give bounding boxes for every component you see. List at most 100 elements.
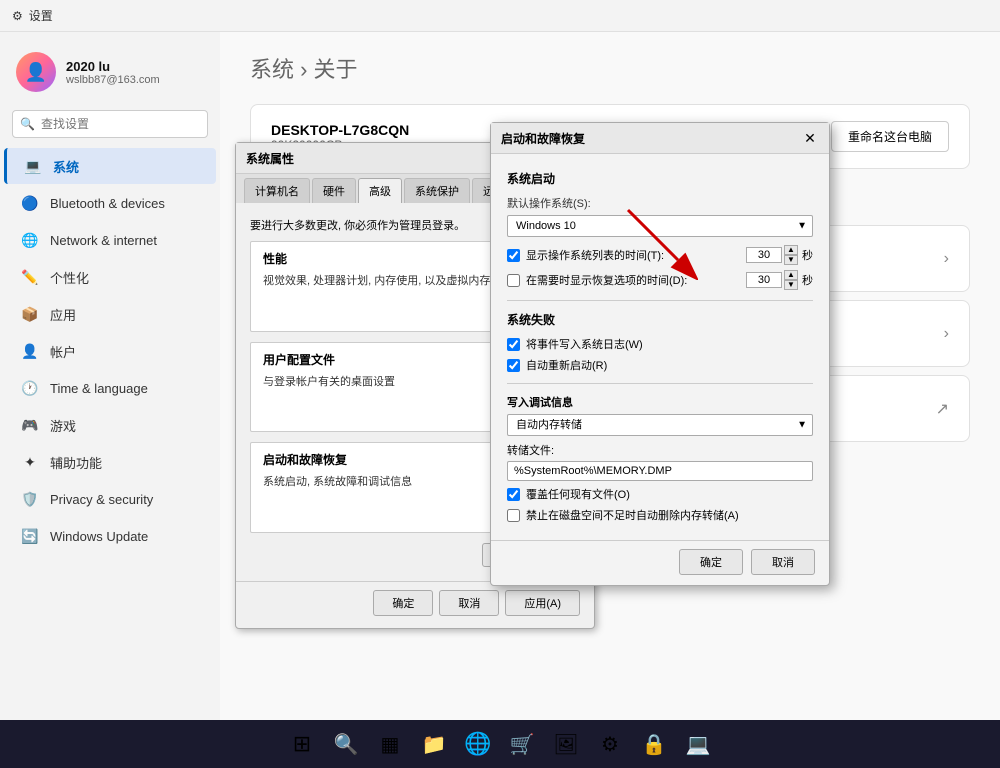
system-icon: 💻 [23,156,43,176]
user-email: wslbb87@163.com [66,74,160,86]
settings-taskbar-button[interactable]: ⚙ [590,724,630,764]
decrement-button[interactable]: ▼ [784,255,798,265]
sidebar-item-network[interactable]: 🌐 Network & internet [4,222,216,258]
startup-cancel-button[interactable]: 取消 [751,549,815,575]
apps-icon: 📦 [20,304,40,324]
default-os-label: 默认操作系统(S): [507,195,813,211]
tab-hardware[interactable]: 硬件 [312,178,356,203]
seconds-unit2: 秒 [802,272,813,288]
time-icon: 🕐 [20,378,40,398]
sidebar-item-time[interactable]: 🕐 Time & language [4,370,216,406]
startup-ok-button[interactable]: 确定 [679,549,743,575]
sidebar-item-label: 游戏 [50,416,76,435]
sys-props-footer: 确定 取消 应用(A) [236,581,594,628]
sys-props-ok-button[interactable]: 确定 [373,590,433,616]
title-bar: ⚙ 设置 [0,0,1000,32]
decrement-button[interactable]: ▼ [784,280,798,290]
debug-info-title: 写入调试信息 [507,394,813,410]
show-recovery-seconds-spinner: ▲ ▼ [784,270,798,290]
system-failure-title: 系统失败 [507,311,813,328]
divider2 [507,383,813,384]
overwrite-row: 覆盖任何现有文件(O) [507,486,813,502]
sidebar-item-label: Network & internet [50,233,157,248]
show-recovery-label: 在需要时显示恢复选项的时间(D): [526,272,738,288]
startup-dialog-content: 系统启动 默认操作系统(S): Windows 10 ▼ 显示操作系统列表的时间… [491,154,829,540]
task-view-button[interactable]: ▦ [370,724,410,764]
sidebar-item-label: 辅助功能 [50,453,102,472]
auto-restart-checkbox[interactable] [507,359,520,372]
tab-computer-name[interactable]: 计算机名 [244,178,310,203]
system-startup-title: 系统启动 [507,170,813,187]
user-info: 2020 lu wslbb87@163.com [66,59,160,86]
show-os-list-label: 显示操作系统列表的时间(T): [526,247,738,263]
accessibility-icon: ✦ [20,452,40,472]
sidebar-item-privacy[interactable]: 🛡️ Privacy & security [4,481,216,517]
sidebar-item-update[interactable]: 🔄 Windows Update [4,518,216,554]
sidebar-user: 👤 2020 lu wslbb87@163.com [0,42,220,102]
sidebar-item-bluetooth[interactable]: 🔵 Bluetooth & devices [4,185,216,221]
taskbar: ⊞ 🔍 ▦ 📁 🌐 🛒 🖼 ⚙ 🔒 💻 [0,720,1000,768]
chevron-right-icon: › [944,250,949,268]
show-recovery-checkbox[interactable] [507,274,520,287]
increment-button[interactable]: ▲ [784,270,798,280]
sys-props-apply-button[interactable]: 应用(A) [505,590,580,616]
show-recovery-seconds-input[interactable] [746,272,782,288]
write-event-checkbox[interactable] [507,338,520,351]
disable-low-space-checkbox[interactable] [507,509,520,522]
taskbar-icons: ⊞ 🔍 ▦ 📁 🌐 🛒 🖼 ⚙ 🔒 💻 [282,724,718,764]
bluetooth-icon: 🔵 [20,193,40,213]
show-list-seconds-spinner: ▲ ▼ [784,245,798,265]
page-header: 系统 › 关于 [250,52,970,84]
store-button[interactable]: 🛒 [502,724,542,764]
default-os-select[interactable]: Windows 10 [507,215,813,237]
security-button[interactable]: 🔒 [634,724,674,764]
tab-system-protection[interactable]: 系统保护 [404,178,470,203]
dump-file-label: 转储文件: [507,442,813,458]
sidebar-item-label: 个性化 [50,268,89,287]
startup-dialog-close-button[interactable]: ✕ [801,129,819,147]
settings-icon: ⚙ [12,9,23,23]
overwrite-checkbox[interactable] [507,488,520,501]
photos-button[interactable]: 🖼 [546,724,586,764]
update-icon: 🔄 [20,526,40,546]
startup-dialog-footer: 确定 取消 [491,540,829,585]
disable-low-space-label: 禁止在磁盘空间不足时自动删除内存转储(A) [526,507,739,523]
show-recovery-time-input-wrap: ▲ ▼ 秒 [746,270,813,290]
sidebar-item-gaming[interactable]: 🎮 游戏 [4,407,216,443]
sidebar-item-apps[interactable]: 📦 应用 [4,296,216,332]
sidebar-item-label: Privacy & security [50,492,153,507]
show-os-list-checkbox[interactable] [507,249,520,262]
search-input[interactable] [12,110,208,138]
sidebar-item-label: 应用 [50,305,76,324]
edge-button[interactable]: 🌐 [458,724,498,764]
tab-advanced[interactable]: 高级 [358,178,402,203]
default-os-select-wrap: Windows 10 ▼ [507,215,813,237]
start-button[interactable]: ⊞ [282,724,322,764]
title-bar-title: 设置 [29,7,53,24]
dump-type-select-wrap: 自动内存转储 ▼ [507,414,813,436]
sidebar-item-system[interactable]: 💻 系统 [4,148,216,184]
sys-props-cancel-button[interactable]: 取消 [439,590,499,616]
privacy-icon: 🛡️ [20,489,40,509]
seconds-unit: 秒 [802,247,813,263]
auto-restart-row: 自动重新启动(R) [507,357,813,373]
sidebar: 👤 2020 lu wslbb87@163.com 🔍 💻 系统 🔵 Bluet… [0,32,220,720]
sidebar-item-label: 系统 [53,157,79,176]
sidebar-item-personalization[interactable]: ✏️ 个性化 [4,259,216,295]
show-list-seconds-input[interactable] [746,247,782,263]
search-taskbar-button[interactable]: 🔍 [326,724,366,764]
startup-recovery-dialog[interactable]: 启动和故障恢复 ✕ 系统启动 默认操作系统(S): Windows 10 ▼ 显… [490,122,830,586]
increment-button[interactable]: ▲ [784,245,798,255]
external-link-icon: ↗ [936,399,949,419]
dump-file-input[interactable] [507,461,813,481]
user-name: 2020 lu [66,59,160,74]
rename-button[interactable]: 重命名这台电脑 [831,121,949,152]
app-icon-10[interactable]: 💻 [678,724,718,764]
sidebar-item-accessibility[interactable]: ✦ 辅助功能 [4,444,216,480]
file-explorer-button[interactable]: 📁 [414,724,454,764]
dump-type-select[interactable]: 自动内存转储 [507,414,813,436]
sidebar-item-accounts[interactable]: 👤 帐户 [4,333,216,369]
sidebar-item-label: Time & language [50,381,148,396]
chevron-right-icon: › [944,325,949,343]
disable-low-space-row: 禁止在磁盘空间不足时自动删除内存转储(A) [507,507,813,523]
